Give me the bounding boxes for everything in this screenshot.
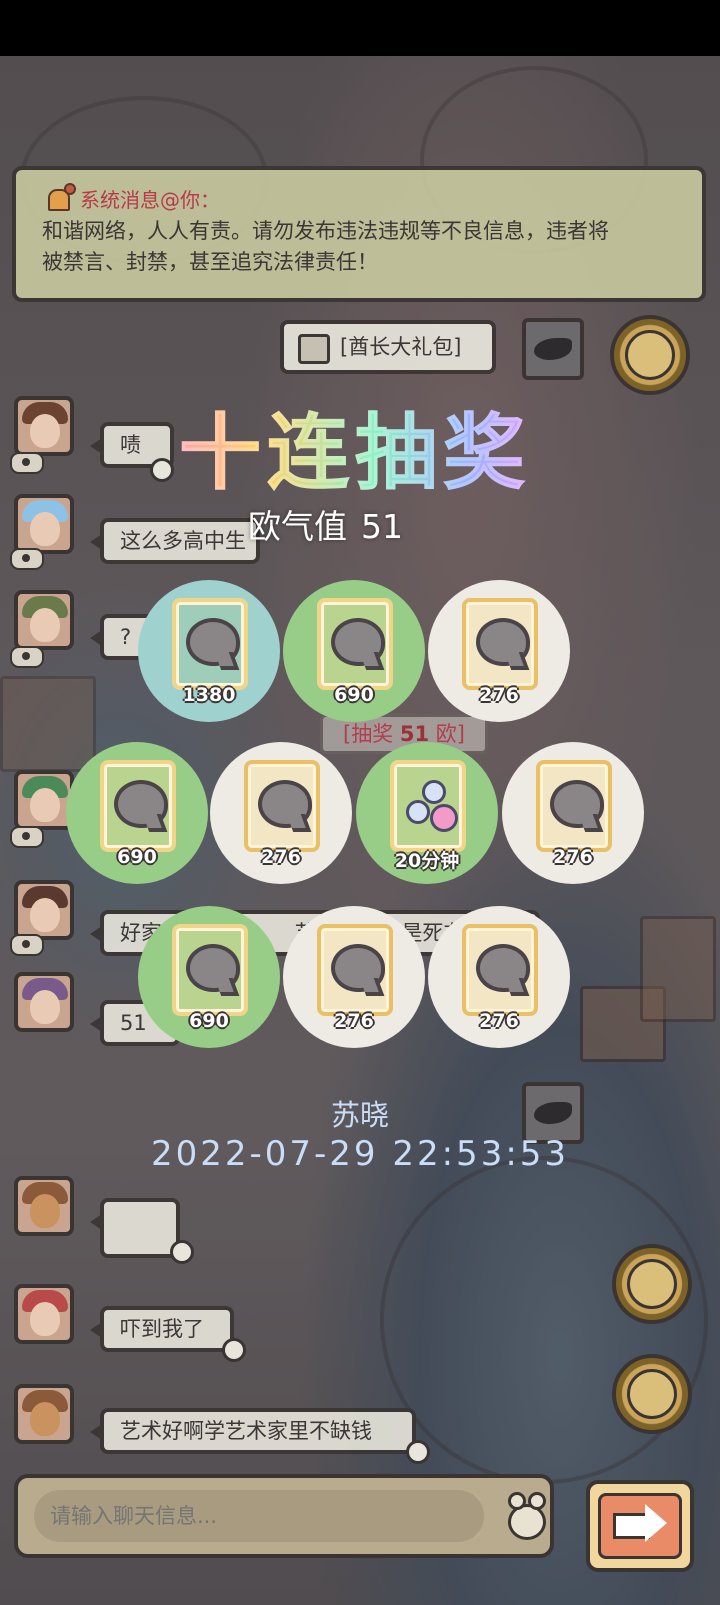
avatar[interactable] xyxy=(14,590,74,650)
chat-bubble-tail-icon xyxy=(406,1440,430,1464)
prize-amount: 690 xyxy=(189,1010,229,1032)
eye-icon[interactable] xyxy=(10,826,44,848)
next-button[interactable] xyxy=(612,1354,692,1434)
prize-item[interactable]: 690 xyxy=(138,906,280,1048)
prize-item[interactable]: 276 xyxy=(210,742,352,884)
emoji-icon[interactable] xyxy=(502,1492,546,1540)
prize-card xyxy=(317,924,393,1016)
prize-amount: 276 xyxy=(479,684,519,706)
system-message-line-1: 和谐网络，人人有责。请勿发布违法违规等不良信息，违者将 xyxy=(42,219,609,243)
chat-input-bar xyxy=(14,1474,554,1558)
chat-bubble-icon xyxy=(331,618,385,666)
prize-amount: 276 xyxy=(479,1010,519,1032)
penguin-button[interactable] xyxy=(610,315,690,395)
chat-bubble-icon xyxy=(186,944,240,992)
system-message-panel: 系统消息@你： 和谐网络，人人有责。请勿发布违法违规等不良信息，违者将 被禁言、… xyxy=(12,166,706,302)
lucky-tag-prefix: [抽奖 xyxy=(343,722,400,746)
status-bar xyxy=(0,0,720,56)
prize-item[interactable]: 690 xyxy=(66,742,208,884)
prize-amount: 1380 xyxy=(182,684,236,706)
luck-value: 51 xyxy=(361,507,403,546)
prize-card xyxy=(536,760,612,852)
chat-bubble-icon xyxy=(258,780,312,828)
refresh-icon xyxy=(627,1259,677,1309)
chat-bubble-tail-icon xyxy=(170,1240,194,1264)
eye-icon[interactable] xyxy=(10,452,44,474)
prize-item[interactable]: 20分钟 xyxy=(356,742,498,884)
send-arrow-icon xyxy=(598,1493,682,1559)
prize-amount: 276 xyxy=(261,846,301,868)
eye-icon[interactable] xyxy=(10,646,44,668)
sticker-message xyxy=(90,1198,180,1258)
eye-icon[interactable] xyxy=(10,934,44,956)
prize-card xyxy=(390,760,466,852)
prize-card xyxy=(462,598,538,690)
prize-card xyxy=(100,760,176,852)
chat-bubble-icon xyxy=(476,944,530,992)
draw-timestamp: 2022-07-29 22:53:53 xyxy=(150,1134,570,1174)
prize-card xyxy=(172,598,248,690)
gift-icon xyxy=(298,334,330,364)
chat-message: 艺术好啊学艺术家里不缺钱 xyxy=(90,1408,416,1454)
luck-label: 欧气值 xyxy=(248,507,347,546)
send-button[interactable] xyxy=(586,1480,694,1572)
avatar[interactable] xyxy=(14,1284,74,1344)
flask-icon xyxy=(404,778,458,832)
avatar[interactable] xyxy=(14,1384,74,1444)
chat-bubble-icon xyxy=(550,780,604,828)
refresh-button[interactable] xyxy=(612,1244,692,1324)
prize-item[interactable]: 690 xyxy=(283,580,425,722)
chat-message: 吓到我了 xyxy=(90,1306,234,1352)
prize-amount: 276 xyxy=(334,1010,374,1032)
chat-bubble-icon xyxy=(331,944,385,992)
prize-amount: 20分钟 xyxy=(394,850,460,872)
prize-card xyxy=(317,598,393,690)
prize-item[interactable]: 276 xyxy=(428,906,570,1048)
bell-icon xyxy=(42,183,76,213)
system-message-body: 和谐网络，人人有责。请勿发布违法违规等不良信息，违者将 被禁言、封禁，甚至追究法… xyxy=(42,216,684,278)
avatar[interactable] xyxy=(14,880,74,940)
chat-input[interactable] xyxy=(34,1490,484,1542)
winner-name: 苏晓 xyxy=(330,1098,389,1132)
prize-amount: 276 xyxy=(553,846,593,868)
chat-bubble-tail-icon xyxy=(222,1338,246,1362)
avatar[interactable] xyxy=(14,1176,74,1236)
chat-bubble-icon xyxy=(476,618,530,666)
prize-card xyxy=(244,760,320,852)
avatar[interactable] xyxy=(14,770,74,830)
prize-item[interactable]: 1380 xyxy=(138,580,280,722)
penguin-icon xyxy=(625,330,675,380)
avatar[interactable] xyxy=(14,396,74,456)
lottery-title: 十连抽奖 xyxy=(170,386,540,505)
system-message-title-text: 系统消息@你： xyxy=(80,187,220,212)
avatar[interactable] xyxy=(14,494,74,554)
prize-item[interactable]: 276 xyxy=(283,906,425,1048)
chat-message: 这么多高中生 xyxy=(90,518,260,564)
prize-amount: 690 xyxy=(334,684,374,706)
prize-item[interactable]: 276 xyxy=(502,742,644,884)
eye-icon[interactable] xyxy=(10,548,44,570)
chat-bubble-icon xyxy=(186,618,240,666)
prize-amount: 690 xyxy=(117,846,157,868)
gift-bubble[interactable]: [酋长大礼包] xyxy=(280,320,496,374)
prize-item[interactable]: 276 xyxy=(428,580,570,722)
prize-card xyxy=(172,924,248,1016)
arrow-right-icon xyxy=(627,1369,677,1419)
system-message-title: 系统消息@你： xyxy=(42,183,684,213)
avatar[interactable] xyxy=(14,972,74,1032)
avatar-shark[interactable] xyxy=(522,318,584,380)
prize-card xyxy=(462,924,538,1016)
luck-value-row: 欧气值 51 xyxy=(248,500,403,548)
system-message-line-2: 被禁言、封禁，甚至追究法律责任！ xyxy=(42,250,378,274)
gift-bubble-label: [酋长大礼包] xyxy=(340,335,462,359)
chat-bubble-icon xyxy=(114,780,168,828)
